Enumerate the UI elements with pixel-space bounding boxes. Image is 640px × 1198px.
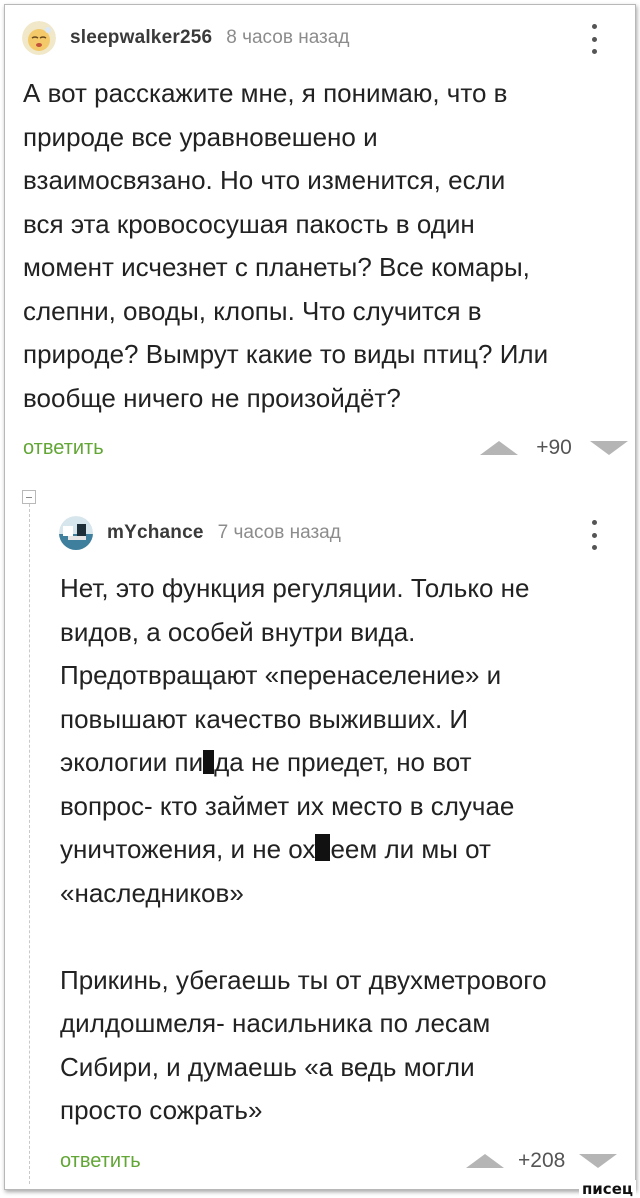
comment-2-header: mYchance 7 часов назад bbox=[59, 516, 341, 550]
collapse-thread-icon[interactable] bbox=[22, 490, 36, 504]
comment-line: Сибири, и думаешь «а ведь могли bbox=[60, 1051, 475, 1082]
reply-button[interactable]: ответить bbox=[23, 437, 104, 460]
comment-username[interactable]: sleepwalker256 bbox=[70, 27, 212, 49]
comment-rating: +90 bbox=[536, 436, 572, 459]
reply-button[interactable]: ответить bbox=[60, 1150, 141, 1173]
comment-line: Нет, это функция регуляции. Только не bbox=[60, 573, 530, 603]
comment-line: повышают качество выживших. И bbox=[60, 703, 469, 734]
upvote-arrow-icon[interactable] bbox=[480, 441, 518, 455]
watermark: писец bbox=[578, 1180, 636, 1198]
comment-line: экологии пи да не приедет, но вот bbox=[60, 741, 547, 785]
comment-line: вся эта кровососушая пакость в один bbox=[23, 208, 475, 239]
comment-line: природе все уравновешено и bbox=[23, 121, 378, 152]
avatar[interactable] bbox=[59, 516, 93, 550]
thread-line bbox=[29, 504, 30, 1184]
comment-line: «наследников» bbox=[60, 877, 244, 908]
comment-line: просто сожрать» bbox=[60, 1095, 263, 1125]
comment-text-fragment: еем ли мы от bbox=[330, 834, 491, 864]
comment-line: Предотвращают «перенаселение» и bbox=[60, 660, 502, 690]
censor-block bbox=[203, 750, 215, 774]
comment-line: видов, а особей внутри вида. bbox=[60, 616, 416, 647]
comment-line: вопрос- кто займет их место в случае bbox=[60, 790, 515, 821]
photo-avatar-icon bbox=[59, 516, 93, 550]
comment-line: момент исчезнет с планеты? Все комары, bbox=[23, 252, 530, 282]
upvote-arrow-icon[interactable] bbox=[466, 1154, 504, 1168]
sleepy-face-avatar-icon bbox=[22, 21, 56, 55]
comment-1-header: sleepwalker256 8 часов назад bbox=[22, 21, 349, 55]
censor-block bbox=[315, 834, 331, 861]
downvote-arrow-icon[interactable] bbox=[579, 1154, 618, 1168]
comment-2-body: Нет, это функция регуляции. Только не ви… bbox=[60, 567, 547, 1133]
avatar[interactable] bbox=[22, 21, 56, 55]
comment-2-vote: +208 bbox=[466, 1149, 618, 1173]
downvote-arrow-icon[interactable] bbox=[590, 441, 628, 455]
more-options-icon[interactable] bbox=[590, 520, 598, 550]
comment-username[interactable]: mYchance bbox=[107, 522, 204, 544]
comment-timestamp: 8 часов назад bbox=[226, 27, 350, 48]
comment-text-fragment: экологии пи bbox=[60, 747, 204, 777]
comment-1-vote: +90 bbox=[480, 436, 628, 460]
comment-text-fragment: уничтожения, и не ох bbox=[60, 834, 316, 864]
comment-line: вообще ничего не произойдёт? bbox=[23, 382, 401, 413]
comment-line: взаимосвязано. Но что изменится, если bbox=[23, 165, 506, 195]
comment-line: уничтожения, и не ох еем ли мы от bbox=[60, 828, 547, 872]
comment-line: А вот расскажите мне, я понимаю, что в bbox=[23, 78, 508, 108]
comment-text-fragment: да не приедет, но вот bbox=[214, 747, 472, 777]
comment-line: природе? Вымрут какие то виды птиц? Или bbox=[23, 339, 549, 369]
comment-line: дилдошмеля- насильника по лесам bbox=[60, 1008, 491, 1038]
comment-1-body: А вот расскажите мне, я понимаю, что в п… bbox=[23, 72, 548, 420]
more-options-icon[interactable] bbox=[590, 24, 598, 54]
comment-line: Прикинь, убегаешь ты от двухметрового bbox=[60, 964, 547, 995]
comment-timestamp: 7 часов назад bbox=[217, 522, 341, 543]
comment-rating: +208 bbox=[518, 1149, 566, 1172]
comment-line: слепни, оводы, клопы. Что случится в bbox=[23, 295, 482, 326]
